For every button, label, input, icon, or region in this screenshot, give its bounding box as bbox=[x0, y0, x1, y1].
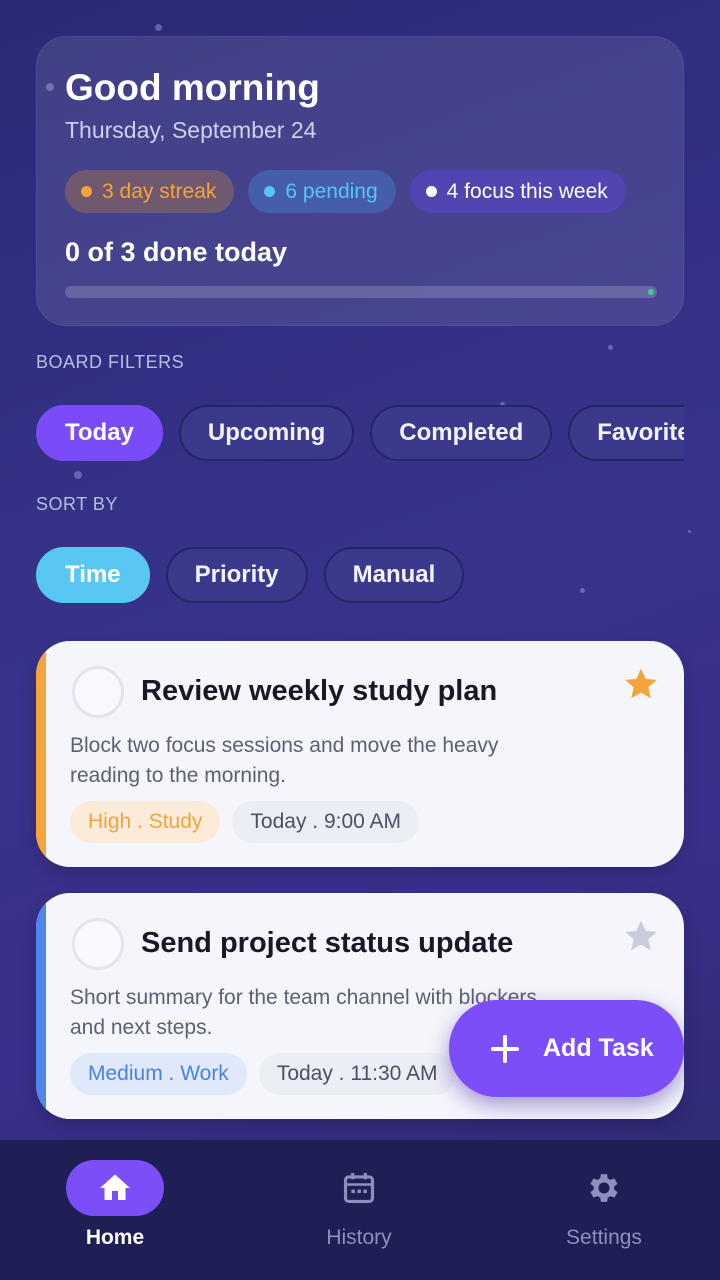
nav-settings-label: Settings bbox=[566, 1226, 642, 1249]
streak-dot-icon bbox=[81, 186, 92, 197]
nav-home[interactable]: Home bbox=[15, 1140, 215, 1280]
progress-bar bbox=[65, 286, 657, 298]
task-title: Review weekly study plan bbox=[141, 675, 498, 707]
streak-chip-label: 3 day streak bbox=[102, 179, 217, 203]
task-tags: High . Study Today . 9:00 AM bbox=[70, 801, 419, 843]
filter-today[interactable]: Today bbox=[36, 405, 163, 461]
bottom-navigation: Home History Settings bbox=[0, 1140, 720, 1280]
task-title: Send project status update bbox=[141, 927, 514, 959]
summary-card: Good morning Thursday, September 24 3 da… bbox=[36, 36, 684, 326]
home-icon bbox=[100, 1174, 130, 1200]
task-checkbox[interactable] bbox=[72, 918, 124, 970]
greeting-title: Good morning bbox=[65, 67, 320, 108]
nav-home-label: Home bbox=[85, 1226, 145, 1249]
progress-end-dot bbox=[648, 289, 654, 295]
sort-manual[interactable]: Manual bbox=[323, 547, 465, 603]
filter-upcoming[interactable]: Upcoming bbox=[178, 405, 355, 461]
stats-chips: 3 day streak 6 pending 4 focus this week bbox=[65, 170, 626, 213]
board-filters: Today Upcoming Completed Favorites bbox=[36, 405, 684, 461]
sort-priority[interactable]: Priority bbox=[165, 547, 308, 603]
task-description: Block two focus sessions and move the he… bbox=[70, 734, 499, 787]
add-task-label: Add Task bbox=[543, 1034, 654, 1062]
priority-stripe bbox=[36, 893, 46, 1119]
nav-settings[interactable]: Settings bbox=[504, 1140, 704, 1280]
star-icon[interactable] bbox=[622, 665, 660, 703]
time-tag: Today . 9:00 AM bbox=[232, 801, 419, 843]
priority-tag: Medium . Work bbox=[70, 1053, 247, 1095]
gear-icon bbox=[590, 1174, 618, 1202]
board-filters-label: BOARD FILTERS bbox=[36, 352, 185, 372]
nav-history[interactable]: History bbox=[259, 1140, 459, 1280]
filter-favorites[interactable]: Favorites bbox=[568, 405, 684, 461]
priority-stripe bbox=[36, 641, 46, 867]
add-task-button[interactable]: Add Task bbox=[449, 1000, 684, 1097]
nav-history-label: History bbox=[326, 1226, 392, 1249]
calendar-icon bbox=[343, 1172, 375, 1204]
calendar-icon-wrap bbox=[310, 1160, 408, 1216]
sort-by-label: SORT BY bbox=[36, 494, 118, 514]
pending-dot-icon bbox=[264, 186, 276, 197]
pending-chip-label: 6 pending bbox=[285, 179, 378, 203]
focus-chip: 4 focus this week bbox=[409, 170, 626, 213]
focus-dot-icon bbox=[425, 186, 437, 197]
progress-label: 0 of 3 done today bbox=[65, 237, 288, 267]
background-dot bbox=[688, 530, 691, 533]
date-label: Thursday, September 24 bbox=[65, 117, 317, 143]
task-tags: Medium . Work Today . 11:30 AM bbox=[70, 1053, 456, 1095]
background-dot bbox=[74, 471, 82, 479]
background-dot bbox=[155, 24, 162, 31]
background-dot bbox=[608, 345, 613, 350]
task-card[interactable]: Review weekly study plan Block two focus… bbox=[36, 641, 684, 867]
home-icon-wrap bbox=[66, 1160, 164, 1216]
gear-icon-wrap bbox=[555, 1160, 653, 1216]
sort-options: Time Priority Manual bbox=[36, 547, 684, 603]
task-checkbox[interactable] bbox=[72, 666, 124, 718]
filter-completed[interactable]: Completed bbox=[370, 405, 553, 461]
star-icon[interactable] bbox=[622, 917, 660, 955]
time-tag: Today . 11:30 AM bbox=[258, 1053, 456, 1095]
streak-chip: 3 day streak bbox=[65, 170, 235, 213]
sort-time[interactable]: Time bbox=[36, 547, 150, 603]
priority-tag: High . Study bbox=[70, 801, 221, 843]
focus-chip-label: 4 focus this week bbox=[446, 179, 608, 203]
plus-icon bbox=[491, 1034, 519, 1063]
pending-chip: 6 pending bbox=[248, 170, 396, 213]
